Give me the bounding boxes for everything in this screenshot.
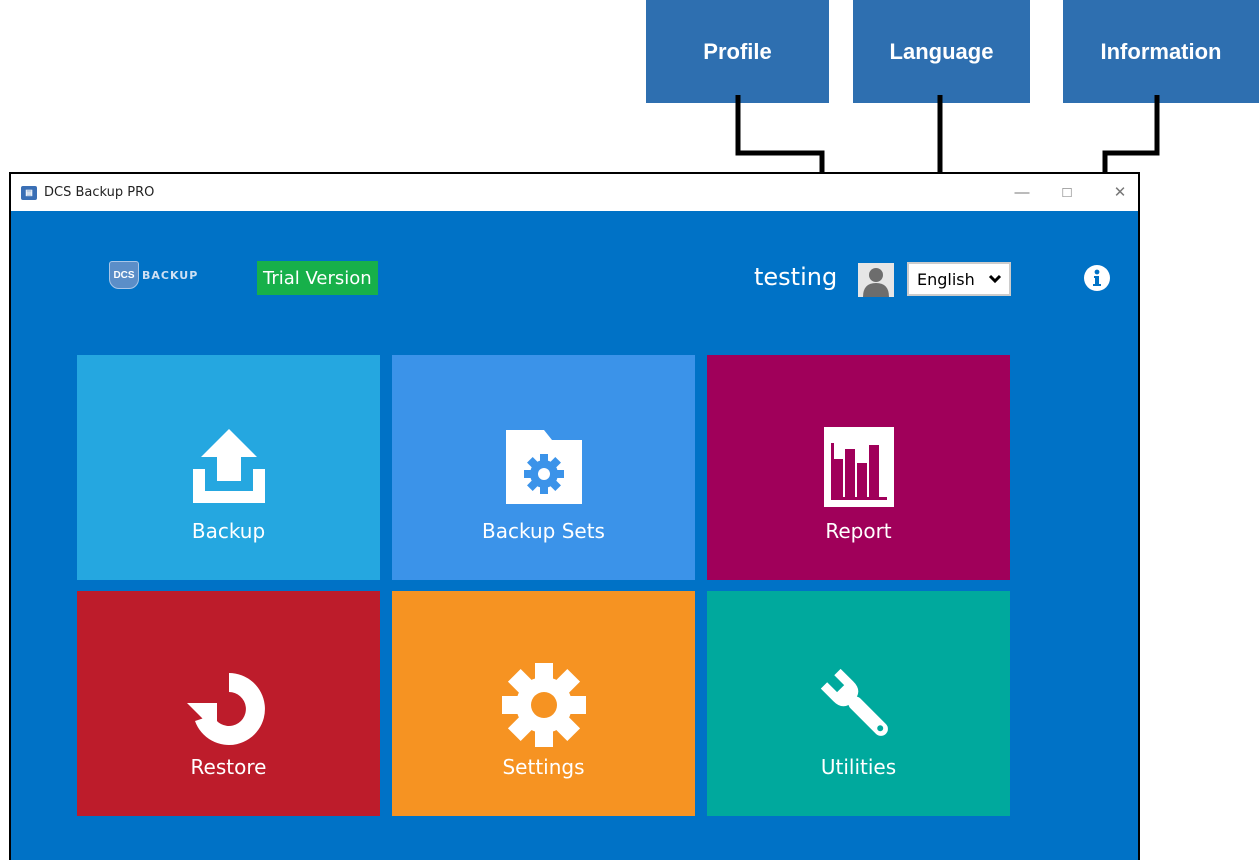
tile-backup[interactable]: Backup <box>77 355 380 580</box>
app-window: ▤ DCS Backup PRO — □ ✕ DCS BACKUP Trial … <box>9 172 1140 860</box>
profile-username[interactable]: testing <box>754 263 837 291</box>
information-icon[interactable] <box>1083 264 1111 292</box>
app-logo: DCS BACKUP <box>109 261 198 289</box>
tile-backup-sets-label: Backup Sets <box>482 519 605 543</box>
callout-profile: Profile <box>646 0 829 103</box>
trial-version-badge: Trial Version <box>257 261 378 295</box>
tile-restore-label: Restore <box>190 755 267 779</box>
tile-report-label: Report <box>825 519 892 543</box>
callout-information: Information <box>1063 0 1259 103</box>
app-main: DCS BACKUP Trial Version testing English <box>11 211 1138 860</box>
folder-gear-icon <box>505 430 582 504</box>
restore-icon <box>186 673 265 745</box>
language-select[interactable]: English <box>907 262 1011 296</box>
close-button[interactable]: ✕ <box>1105 180 1135 204</box>
app-title-icon: ▤ <box>21 185 37 200</box>
logo-shield-icon: DCS <box>109 261 139 289</box>
gear-icon <box>501 663 586 747</box>
window-title: DCS Backup PRO <box>44 185 155 200</box>
tile-settings-label: Settings <box>502 755 585 779</box>
profile-avatar-icon[interactable] <box>858 263 894 297</box>
tile-report[interactable]: Report <box>707 355 1010 580</box>
upload-icon <box>192 429 265 503</box>
maximize-button[interactable]: □ <box>1052 180 1082 204</box>
tile-backup-label: Backup <box>191 519 266 543</box>
tile-settings[interactable]: Settings <box>392 591 695 816</box>
chevron-down-icon <box>988 274 1002 284</box>
callout-language: Language <box>853 0 1030 103</box>
title-bar: ▤ DCS Backup PRO — □ ✕ <box>11 174 1138 211</box>
tile-utilities-label: Utilities <box>820 755 897 779</box>
tile-utilities[interactable]: Utilities <box>707 591 1010 816</box>
minimize-button[interactable]: — <box>1007 180 1037 204</box>
bar-chart-icon <box>823 427 894 507</box>
tile-backup-sets[interactable]: Backup Sets <box>392 355 695 580</box>
wrench-icon <box>820 668 888 736</box>
logo-text: BACKUP <box>142 268 199 282</box>
language-selected-value: English <box>917 269 975 289</box>
tile-restore[interactable]: Restore <box>77 591 380 816</box>
